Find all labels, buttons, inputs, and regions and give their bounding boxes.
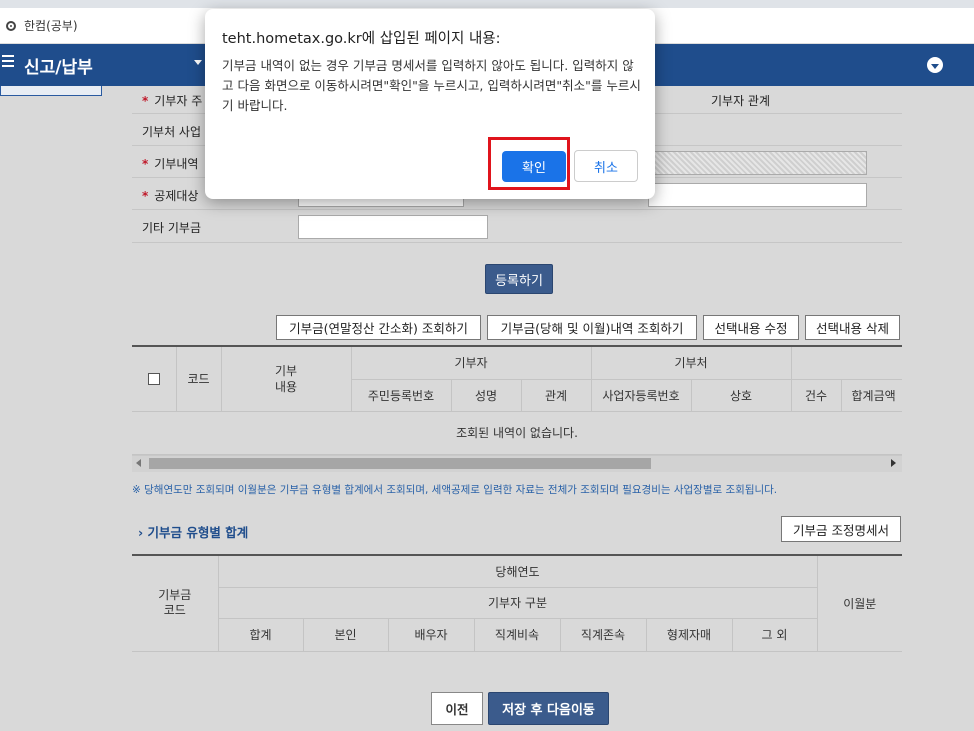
ok-button[interactable]: 확인 — [502, 151, 566, 182]
delete-selected-button[interactable]: 선택내용 삭제 — [805, 315, 900, 340]
donor-rrn-label: 기부자 주 — [154, 94, 203, 108]
dialog-message: 기부금 내역이 없는 경우 기부금 명세서를 입력하지 않아도 됩니다. 입력하… — [222, 58, 641, 113]
nav-dropdown-icon[interactable] — [194, 60, 202, 65]
register-button[interactable]: 등록하기 — [485, 264, 553, 294]
col-content-line1: 기부 — [274, 363, 298, 378]
col-relation: 관계 — [521, 379, 592, 412]
col-count: 건수 — [791, 379, 842, 412]
nav-title[interactable]: 신고/납부 — [24, 53, 93, 78]
section-title: › 기부금 유형별 합계 — [138, 525, 249, 540]
chevron-right-icon: › — [138, 525, 144, 540]
cancel-button[interactable]: 취소 — [574, 150, 638, 182]
type-summary-table: 기부금 코드 당해연도 이월분 기부자 구분 합계 본인 배우자 직계비속 직계존… — [132, 556, 902, 652]
donor-type-header: 기부자 구분 — [218, 587, 818, 619]
code-label-1: 기부금 — [158, 588, 192, 603]
menu-icon[interactable] — [2, 55, 14, 67]
info-note: ※ 당해연도만 조회되며 이월분은 기부금 유형별 합계에서 조회되며, 세액공… — [132, 484, 778, 496]
query-current-carryover-button[interactable]: 기부금(당해 및 이월)내역 조회하기 — [487, 315, 697, 340]
current-year-header: 당해연도 — [218, 556, 818, 588]
recipient-bizno-label: 기부처 사업 — [142, 125, 202, 139]
col-descendant: 직계비속 — [474, 618, 561, 652]
scrollbar-thumb[interactable] — [149, 458, 651, 469]
prev-button[interactable]: 이전 — [431, 692, 483, 725]
target-icon — [6, 20, 16, 31]
other-donation-input[interactable] — [298, 215, 488, 239]
select-all-checkbox[interactable] — [147, 373, 160, 386]
col-sum: 합계 — [218, 618, 304, 652]
browser-top-strip — [0, 0, 974, 8]
col-total: 합계금액 — [841, 379, 902, 412]
scroll-right-icon[interactable] — [891, 459, 896, 467]
deduction-label: 공제대상 — [154, 189, 199, 203]
col-self: 본인 — [303, 618, 389, 652]
col-content-line2: 내용 — [274, 379, 298, 394]
col-other: 그 외 — [732, 618, 818, 652]
donor-relation-label: 기부자 관계 — [711, 94, 771, 108]
group-recipient: 기부처 — [591, 347, 792, 380]
chevron-down-circle-icon[interactable] — [927, 57, 943, 73]
col-company: 상호 — [691, 379, 792, 412]
row-other-donation: 기타 기부금 — [132, 210, 902, 243]
bookmark-label: 한컴(공부) — [24, 19, 78, 33]
col-code: 코드 — [176, 347, 222, 412]
donation-table: 코드 기부 내용 기부자 기부처 주민등록번호 성명 관계 사업자등록번호 상호 … — [132, 347, 902, 455]
dialog-title: teht.hometax.go.kr에 삽입된 페이지 내용: — [222, 31, 501, 47]
save-next-button[interactable]: 저장 후 다음이동 — [488, 692, 609, 725]
col-bizno: 사업자등록번호 — [591, 379, 692, 412]
adjust-statement-button[interactable]: 기부금 조정명세서 — [781, 516, 901, 542]
bookmark-item[interactable]: 한컴(공부) — [6, 17, 78, 34]
col-rrn: 주민등록번호 — [351, 379, 452, 412]
code-label-2: 코드 — [163, 603, 186, 618]
carryover-header: 이월분 — [817, 556, 902, 652]
disabled-field — [648, 151, 867, 175]
side-tab[interactable] — [0, 86, 102, 96]
col-spouse: 배우자 — [388, 618, 475, 652]
empty-message: 조회된 내역이 없습니다. — [132, 411, 902, 455]
donation-detail-label: 기부내역 — [154, 157, 199, 171]
other-donation-label: 기타 기부금 — [142, 221, 202, 235]
col-ascendant: 직계존속 — [560, 618, 647, 652]
edit-selected-button[interactable]: 선택내용 수정 — [703, 315, 799, 340]
col-sibling: 형제자매 — [646, 618, 733, 652]
deduction-amount-input-2[interactable] — [648, 183, 867, 207]
group-donor: 기부자 — [351, 347, 592, 380]
query-simplified-button[interactable]: 기부금(연말정산 간소화) 조회하기 — [276, 315, 481, 340]
col-name: 성명 — [451, 379, 522, 412]
scroll-left-icon[interactable] — [136, 459, 141, 467]
